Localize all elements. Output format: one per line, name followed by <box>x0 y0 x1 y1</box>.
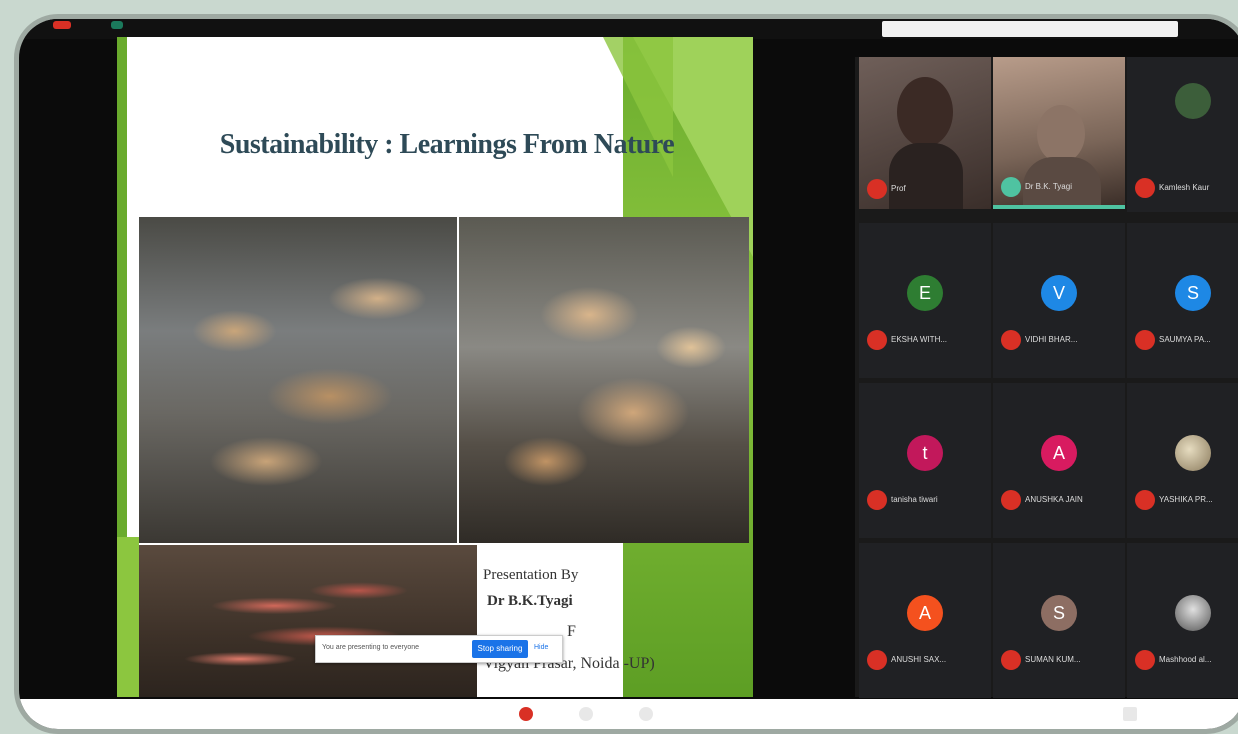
participant-name: SUMAN KUM... <box>1025 655 1081 664</box>
participant-photo-avatar <box>1175 594 1211 631</box>
participant-name: ANUSHI SAX... <box>891 655 947 664</box>
top-bar <box>19 19 1238 39</box>
participant-name: VIDHI BHAR... <box>1025 335 1078 344</box>
mic-off-icon <box>867 330 887 350</box>
participant-name: ANUSHKA JAIN <box>1025 495 1083 504</box>
participant-photo-avatar <box>1175 434 1211 471</box>
participant-name: Dr B.K. Tyagi <box>1025 182 1072 191</box>
meeting-controls-bar <box>19 699 1238 729</box>
participant-tile[interactable]: A ANUSHI SAX... <box>859 543 991 698</box>
participant-avatar: A <box>907 594 943 631</box>
participant-tile[interactable]: t tanisha tiwari <box>859 383 991 538</box>
participant-avatar: S <box>1175 274 1211 311</box>
slide-title: Sustainability : Learnings From Nature <box>219 129 675 160</box>
participant-video-body <box>889 143 963 209</box>
participant-grid: Prof Dr B.K. Tyagi Kamlesh Kaur E EKSHA … <box>855 57 1238 698</box>
mic-off-icon <box>1135 490 1155 510</box>
participant-photo-avatar <box>1175 82 1211 119</box>
participant-tile[interactable]: YASHIKA PR... <box>1127 383 1238 538</box>
participant-tile[interactable]: Mashhood al... <box>1127 543 1238 698</box>
chat-icon[interactable] <box>1123 707 1137 721</box>
participant-video-face <box>1037 105 1085 163</box>
participant-avatar: V <box>1041 274 1077 311</box>
mic-off-icon <box>1001 490 1021 510</box>
mic-off-icon <box>1001 650 1021 670</box>
participant-name: Prof <box>891 184 906 193</box>
participant-video-face <box>897 77 953 147</box>
mic-off-icon <box>1135 650 1155 670</box>
mic-off-icon <box>867 650 887 670</box>
participant-avatar: S <box>1041 594 1077 631</box>
sharing-notification-bar: You are presenting to everyone Stop shar… <box>315 635 563 663</box>
participant-tile[interactable]: Kamlesh Kaur <box>1127 57 1238 212</box>
participant-tile[interactable]: S SUMAN KUM... <box>993 543 1125 698</box>
participant-name: Mashhood al... <box>1159 655 1212 664</box>
presentation-by-label: Presentation By <box>483 567 579 583</box>
tab-indicator-icon <box>111 21 123 29</box>
earthworm-photo <box>139 545 477 697</box>
more-options-icon[interactable] <box>639 707 653 721</box>
participant-tile[interactable]: S SAUMYA PA... <box>1127 223 1238 378</box>
participant-name: EKSHA WITH... <box>891 335 948 344</box>
mic-off-icon <box>867 179 887 199</box>
participant-avatar: E <box>907 274 943 311</box>
presentation-slide: Sustainability : Learnings From Nature P… <box>117 37 753 697</box>
presenter-name: Dr B.K.Tyagi <box>487 593 573 609</box>
sharing-status-text: You are presenting to everyone <box>322 644 420 651</box>
stop-sharing-button[interactable]: Stop sharing <box>472 640 528 658</box>
mic-off-icon <box>1135 178 1155 198</box>
participant-avatar: A <box>1041 434 1077 471</box>
participant-tile[interactable]: Prof <box>859 57 991 209</box>
participant-tile[interactable]: E EKSHA WITH... <box>859 223 991 378</box>
fungi-photo-right <box>459 217 749 543</box>
participant-avatar: t <box>907 434 943 471</box>
participant-name: YASHIKA PR... <box>1159 495 1213 504</box>
org-fragment: F <box>567 623 576 640</box>
fungi-photo-left <box>139 217 457 543</box>
participant-video-body <box>1023 157 1101 205</box>
mic-off-icon <box>1135 330 1155 350</box>
speaking-icon <box>1001 177 1021 197</box>
participant-name: Kamlesh Kaur <box>1159 183 1210 192</box>
slide-bottom-accent <box>117 537 139 697</box>
address-strip[interactable] <box>882 21 1178 37</box>
camera-toggle-icon[interactable] <box>579 707 593 721</box>
participant-tile-active-speaker[interactable]: Dr B.K. Tyagi <box>993 57 1125 209</box>
participant-name: tanisha tiwari <box>891 495 938 504</box>
participant-tile[interactable]: V VIDHI BHAR... <box>993 223 1125 378</box>
participant-tile[interactable]: A ANUSHKA JAIN <box>993 383 1125 538</box>
mic-toggle-icon[interactable] <box>519 707 533 721</box>
meeting-window: Sustainability : Learnings From Nature P… <box>14 14 1238 734</box>
mic-off-icon <box>867 490 887 510</box>
record-indicator-icon <box>53 21 71 29</box>
participant-name: SAUMYA PA... <box>1159 335 1211 344</box>
mic-off-icon <box>1001 330 1021 350</box>
hide-button[interactable]: Hide <box>534 644 548 651</box>
